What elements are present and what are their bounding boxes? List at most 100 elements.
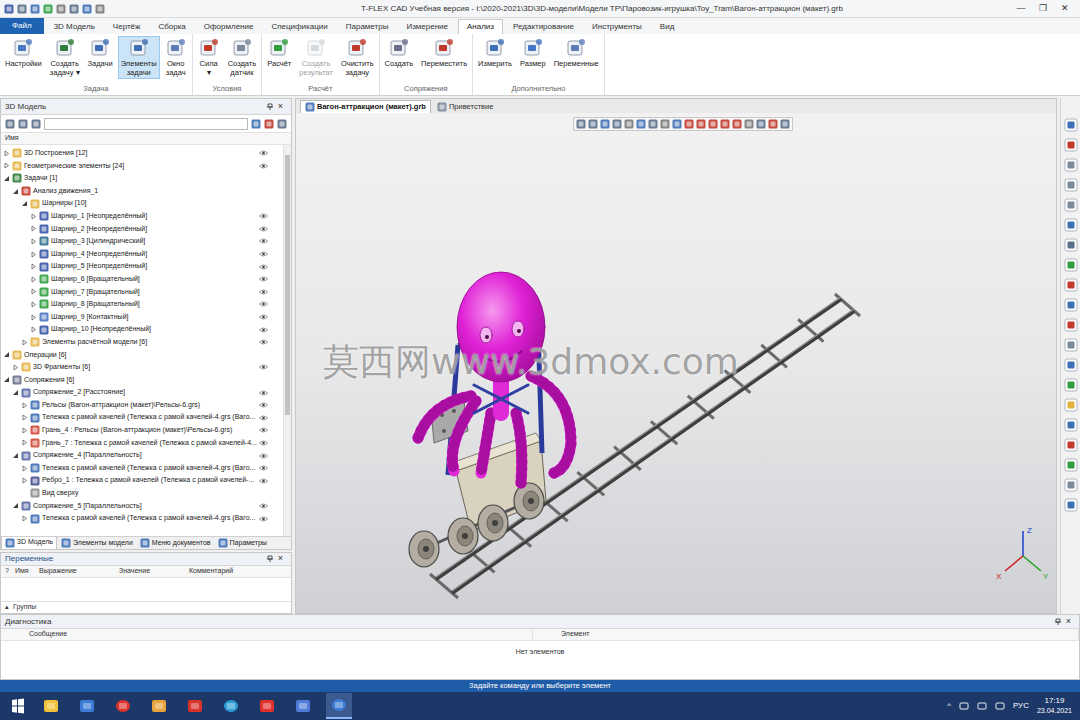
tray-arrow[interactable]: ^ [947, 700, 951, 712]
search-field[interactable] [44, 118, 248, 130]
taskbar-app[interactable] [110, 693, 136, 719]
menu-tab[interactable]: Инструменты [584, 19, 650, 34]
tree-item[interactable]: 3D Фрагменты [6] [1, 361, 283, 374]
eye-icon[interactable] [259, 276, 268, 282]
column-header[interactable]: ? [5, 566, 15, 577]
close-button[interactable]: × [274, 552, 287, 566]
expander-icon[interactable] [30, 251, 37, 258]
eye-icon[interactable] [259, 478, 268, 484]
toolbar-button-icon[interactable] [1064, 158, 1078, 172]
eye-icon[interactable] [259, 314, 268, 320]
file-menu[interactable]: Файл [0, 18, 44, 34]
eye-icon[interactable] [259, 289, 268, 295]
toolbar-button-icon[interactable] [1064, 138, 1078, 152]
toolbar-button-icon[interactable] [1064, 218, 1078, 232]
tree-item[interactable]: Шарнир_2 [Неопределённый] [1, 223, 283, 236]
eye-icon[interactable] [259, 465, 268, 471]
ribbon-button[interactable]: Окно задач [162, 36, 190, 79]
toolbar-button-icon[interactable] [1064, 118, 1078, 132]
ribbon-button[interactable]: Размер [517, 36, 549, 70]
expander-icon[interactable] [3, 351, 10, 358]
tree-item[interactable]: Тележка с рамой качелей (Тележка с рамой… [1, 411, 283, 424]
tree-item[interactable]: Шарнир_10 [Неопределённый] [1, 323, 283, 336]
eye-icon[interactable] [259, 516, 268, 522]
tree-item[interactable]: Операции [6] [1, 349, 283, 362]
toolbar-button-icon[interactable] [1064, 278, 1078, 292]
toolbar-button-icon[interactable] [1064, 258, 1078, 272]
expander-icon[interactable] [12, 188, 19, 195]
eye-icon[interactable] [259, 503, 268, 509]
toolbar-button-icon[interactable] [1064, 198, 1078, 212]
menu-tab[interactable]: Оформление [196, 19, 262, 34]
taskbar-app[interactable] [218, 693, 244, 719]
window-control[interactable]: ✕ [1054, 2, 1076, 16]
tree-item[interactable]: Шарнир_6 [Вращательный] [1, 273, 283, 286]
expander-icon[interactable] [3, 150, 10, 157]
model-canvas[interactable]: ZXY莫西网www.3dmox.com [296, 113, 1056, 613]
ribbon-button[interactable]: Измерить [475, 36, 515, 70]
toolbar-button-icon[interactable] [1064, 418, 1078, 432]
expander-icon[interactable] [21, 477, 28, 484]
column-header[interactable]: Значение [119, 566, 189, 577]
menu-tab[interactable]: Анализ [458, 19, 503, 34]
tray-icon[interactable] [977, 701, 987, 711]
eye-icon[interactable] [259, 327, 268, 333]
expander-icon[interactable] [30, 238, 37, 245]
column-header[interactable]: Выражение [39, 566, 119, 577]
tree-item[interactable]: Шарнир_4 [Неопределённый] [1, 248, 283, 261]
expander-icon[interactable] [21, 402, 28, 409]
expander-icon[interactable] [21, 439, 28, 446]
expander-icon[interactable] [30, 225, 37, 232]
eye-icon[interactable] [259, 226, 268, 232]
menu-tab[interactable]: Параметры [338, 19, 397, 34]
menu-tab[interactable]: Сборка [150, 19, 193, 34]
group-row[interactable]: Группы [13, 602, 36, 613]
panel-tab[interactable]: Элементы модели [58, 537, 136, 550]
window-control[interactable]: ❐ [1032, 2, 1054, 16]
tree-item[interactable]: Задачи [1] [1, 172, 283, 185]
ribbon-button[interactable]: Элементы задачи [118, 36, 160, 79]
toolbar-button-icon[interactable] [1064, 358, 1078, 372]
panel-tab[interactable]: Параметры [215, 537, 270, 550]
eye-icon[interactable] [259, 402, 268, 408]
eye-icon[interactable] [259, 453, 268, 459]
eye-icon[interactable] [259, 364, 268, 370]
windows-start-icon[interactable] [4, 696, 32, 716]
expander-icon[interactable] [3, 162, 10, 169]
expander-icon[interactable] [3, 376, 10, 383]
menu-tab[interactable]: Измерение [398, 19, 456, 34]
tree-item[interactable]: Шарнир_9 [Контактный] [1, 311, 283, 324]
expander-icon[interactable] [21, 427, 28, 434]
toolbar-button-icon[interactable] [1064, 438, 1078, 452]
taskbar-app[interactable] [182, 693, 208, 719]
eye-icon[interactable] [259, 390, 268, 396]
document-tab[interactable]: Приветствие [433, 100, 497, 113]
eye-icon[interactable] [259, 163, 268, 169]
tree-item[interactable]: Шарнир_5 [Неопределённый] [1, 260, 283, 273]
tray-icon[interactable] [959, 701, 969, 711]
ribbon-button[interactable]: Задачи [85, 36, 116, 70]
tree-item[interactable]: Анализ движения_1 [1, 185, 283, 198]
menu-tab[interactable]: 3D Модель [46, 19, 103, 34]
toolbar-button-icon[interactable] [1064, 478, 1078, 492]
close-button[interactable]: × [1062, 615, 1075, 629]
taskbar-app[interactable] [38, 693, 64, 719]
expander-icon[interactable] [12, 389, 19, 396]
panel-tab[interactable]: 3D Модель [1, 537, 57, 550]
taskbar-app[interactable] [290, 693, 316, 719]
toolbar-button-icon[interactable] [1064, 378, 1078, 392]
language-indicator[interactable]: РУС [1013, 700, 1029, 712]
clock[interactable]: 17:1923.04.2021 [1037, 696, 1072, 716]
window-control[interactable]: — [1010, 2, 1032, 16]
document-tab[interactable]: Вагон-аттракцион (макет).grb [300, 100, 431, 113]
toolbar-button-icon[interactable] [1064, 178, 1078, 192]
expander-icon[interactable] [3, 175, 10, 182]
group-toggle[interactable]: ▴ [5, 602, 9, 613]
expander-icon[interactable] [21, 465, 28, 472]
tree-item[interactable]: Шарнир_7 [Вращательный] [1, 286, 283, 299]
menu-tab[interactable]: Спецификации [263, 19, 335, 34]
taskbar-app[interactable] [146, 693, 172, 719]
tree-item[interactable]: Тележка с рамой качелей (Тележка с рамой… [1, 512, 283, 525]
ribbon-button[interactable]: Переместить [418, 36, 470, 70]
eye-icon[interactable] [259, 301, 268, 307]
